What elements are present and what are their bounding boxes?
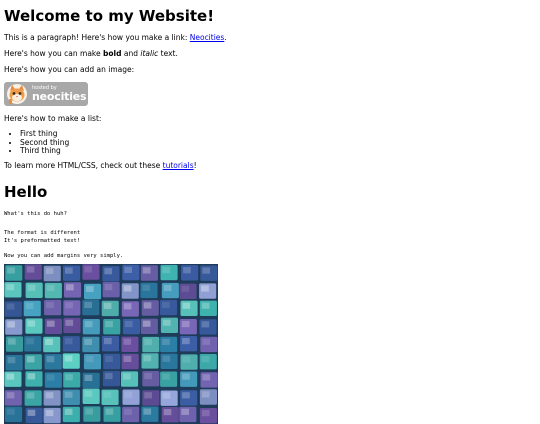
italic-text: italic bbox=[140, 49, 159, 59]
learn-more-end: ! bbox=[193, 161, 197, 170]
learn-more-text: To learn more HTML/CSS, check out these bbox=[4, 161, 163, 170]
learn-more-paragraph: To learn more HTML/CSS, check out these … bbox=[4, 161, 534, 170]
bold-italic-text: Here's how you can make bbox=[4, 49, 103, 59]
bold-italic-paragraph: Here's how you can make bold and italic … bbox=[4, 49, 534, 58]
intro-paragraph: This is a paragraph! Here's how you make… bbox=[4, 33, 534, 42]
list-item: Third thing bbox=[20, 146, 534, 155]
badge-brand: neocities bbox=[32, 90, 87, 104]
neocities-badge: hosted by neocities bbox=[4, 82, 88, 107]
list-item: Second thing bbox=[20, 138, 534, 147]
hello-heading: Hello bbox=[4, 183, 48, 201]
bold-text: bold bbox=[103, 49, 122, 59]
margins-text: Now you can add margins very simply. bbox=[4, 252, 124, 259]
bold-italic-end: text. bbox=[158, 49, 178, 59]
intro-text: This is a paragraph! Here's how you make… bbox=[4, 33, 190, 43]
preformatted-text: The format is different It's preformatte… bbox=[4, 230, 81, 244]
page-title: Welcome to my Website! bbox=[4, 7, 215, 25]
thing-list: First thing Second thing Third thing bbox=[4, 129, 534, 155]
code-question: What's this do huh? bbox=[4, 211, 67, 218]
bold-italic-connector: and bbox=[121, 49, 141, 59]
badge-text: hosted by neocities bbox=[32, 86, 87, 104]
mosaic-tile-image bbox=[4, 263, 218, 424]
tutorials-link[interactable]: tutorials bbox=[163, 161, 194, 170]
list-item: First thing bbox=[20, 129, 534, 138]
list-intro: Here's how to make a list: bbox=[4, 114, 102, 124]
page-body: Welcome to my Website! This is a paragra… bbox=[4, 0, 534, 424]
neocities-link[interactable]: Neocities bbox=[190, 33, 225, 42]
image-intro: Here's how you can add an image: bbox=[4, 65, 135, 75]
intro-text-end: . bbox=[224, 33, 227, 43]
neocities-cat-icon bbox=[7, 84, 27, 105]
